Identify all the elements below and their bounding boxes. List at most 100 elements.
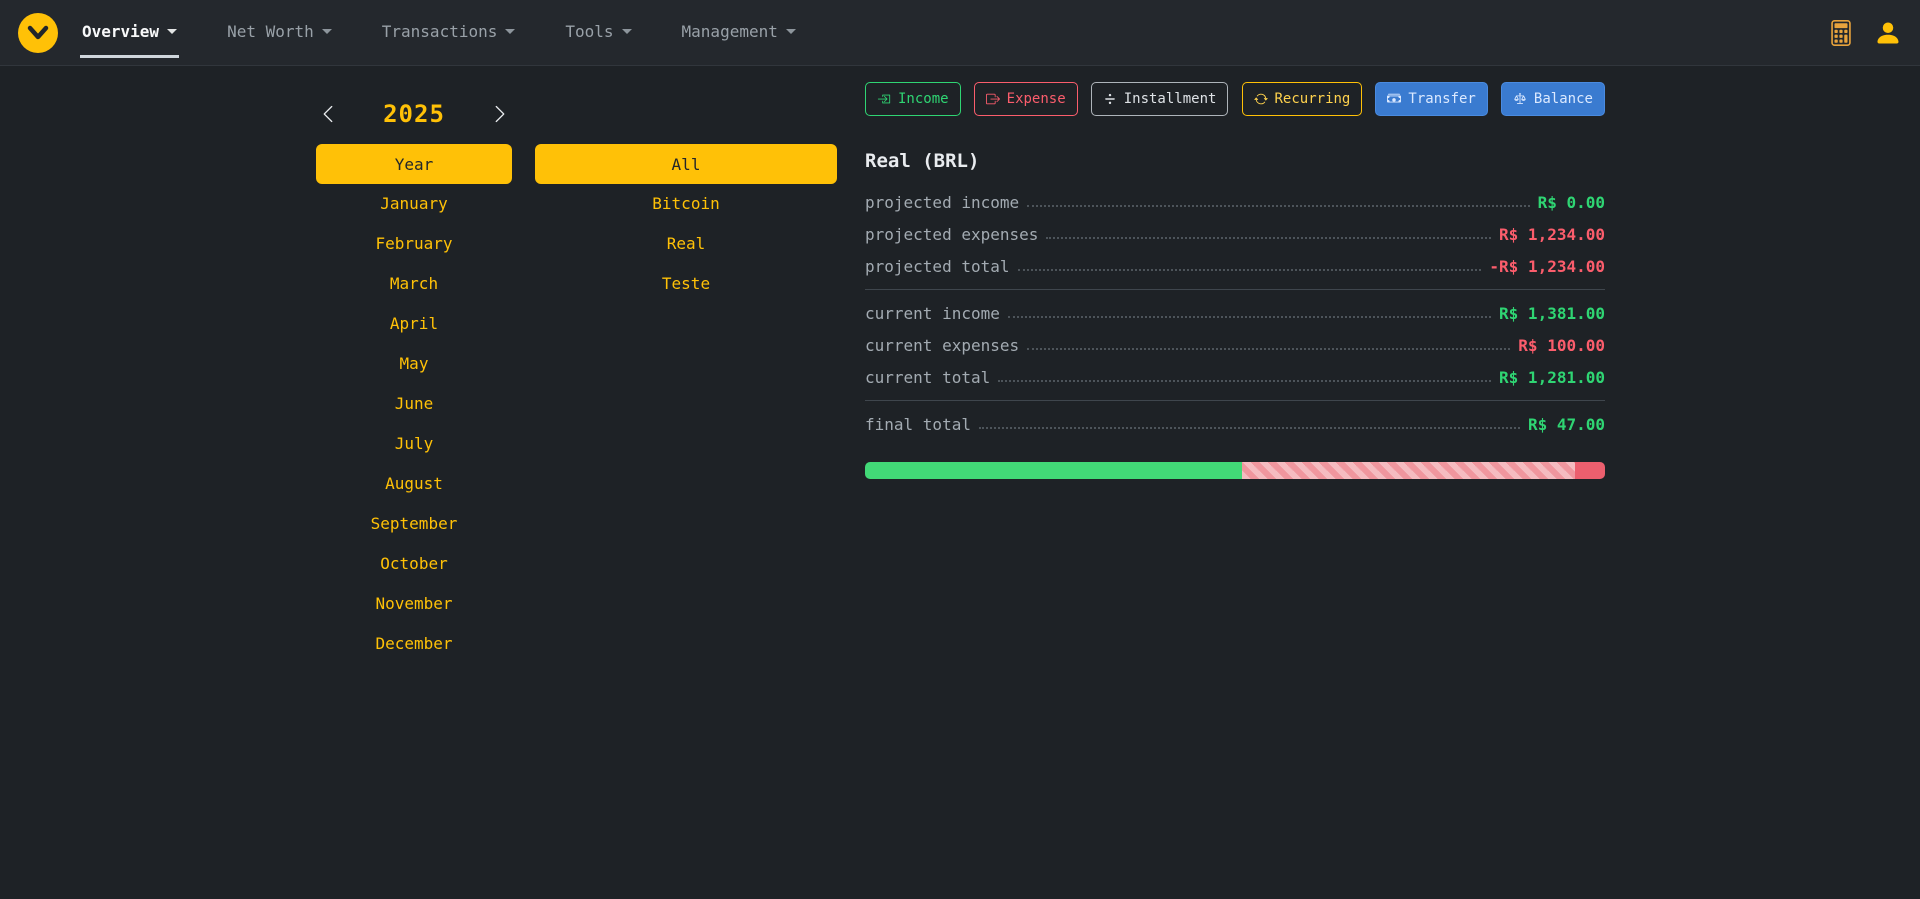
chevron-down-icon xyxy=(167,29,177,34)
month-item-april[interactable]: April xyxy=(316,304,512,344)
divide-icon xyxy=(1103,92,1117,106)
row-value: R$ 1,281.00 xyxy=(1499,368,1605,387)
balance-button-label: Balance xyxy=(1534,91,1593,107)
installment-button-label: Installment xyxy=(1124,91,1217,107)
next-year-button[interactable] xyxy=(490,104,510,124)
income-button[interactable]: Income xyxy=(865,82,961,116)
current-year: 2025 xyxy=(383,100,445,128)
month-item-march[interactable]: March xyxy=(316,264,512,304)
chevron-down-icon xyxy=(786,29,796,34)
divider xyxy=(865,400,1605,401)
nav-item-label: Management xyxy=(682,22,778,41)
dotted-leader xyxy=(998,380,1491,382)
transfer-button-label: Transfer xyxy=(1408,91,1475,107)
dotted-leader xyxy=(1027,348,1510,350)
nav-item-label: Transactions xyxy=(382,22,498,41)
chevron-down-icon xyxy=(322,29,332,34)
month-item-august[interactable]: August xyxy=(316,464,512,504)
dotted-leader xyxy=(1008,316,1491,318)
navbar: Overview Net Worth Transactions Tools Ma… xyxy=(0,0,1920,66)
accounts-column: All Bitcoin Real Teste xyxy=(535,144,837,304)
chevron-down-icon xyxy=(622,29,632,34)
main-nav: Overview Net Worth Transactions Tools Ma… xyxy=(80,8,798,58)
expense-button[interactable]: Expense xyxy=(974,82,1078,116)
row-label: current total xyxy=(865,368,990,387)
dotted-leader xyxy=(979,427,1520,429)
account-item-real[interactable]: Real xyxy=(535,224,837,264)
box-arrow-right-icon xyxy=(986,92,1000,106)
account-item-teste[interactable]: Teste xyxy=(535,264,837,304)
month-item-february[interactable]: February xyxy=(316,224,512,264)
row-label: projected expenses xyxy=(865,225,1038,244)
summary-row: current expenses R$ 100.00 xyxy=(865,329,1605,361)
summary-row: current income R$ 1,381.00 xyxy=(865,297,1605,329)
month-item-june[interactable]: June xyxy=(316,384,512,424)
summary-row: projected expenses R$ 1,234.00 xyxy=(865,218,1605,250)
nav-item-label: Tools xyxy=(565,22,613,41)
nav-item-management[interactable]: Management xyxy=(680,8,798,58)
progress-segment-expense xyxy=(1575,462,1605,479)
row-value: R$ 100.00 xyxy=(1518,336,1605,355)
month-item-may[interactable]: May xyxy=(316,344,512,384)
account-item-bitcoin[interactable]: Bitcoin xyxy=(535,184,837,224)
arrow-repeat-icon xyxy=(1254,92,1268,106)
installment-button[interactable]: Installment xyxy=(1091,82,1229,116)
nav-item-overview[interactable]: Overview xyxy=(80,8,179,58)
recurring-button[interactable]: Recurring xyxy=(1242,82,1363,116)
nav-item-net-worth[interactable]: Net Worth xyxy=(225,8,334,58)
all-accounts-button[interactable]: All xyxy=(535,144,837,184)
chevron-down-icon xyxy=(505,29,515,34)
row-label: final total xyxy=(865,415,971,434)
income-button-label: Income xyxy=(898,91,949,107)
summary-row: final total R$ 47.00 xyxy=(865,408,1605,440)
projected-group: projected income R$ 0.00 projected expen… xyxy=(865,186,1605,282)
budget-progress-bar xyxy=(865,462,1605,479)
month-item-september[interactable]: September xyxy=(316,504,512,544)
current-group: current income R$ 1,381.00 current expen… xyxy=(865,297,1605,393)
dotted-leader xyxy=(1018,269,1482,271)
scales-icon xyxy=(1513,92,1527,106)
transfer-button[interactable]: Transfer xyxy=(1375,82,1487,116)
month-item-july[interactable]: July xyxy=(316,424,512,464)
recurring-button-label: Recurring xyxy=(1275,91,1351,107)
previous-year-button[interactable] xyxy=(318,104,338,124)
app-logo[interactable] xyxy=(18,13,58,53)
year-button[interactable]: Year xyxy=(316,144,512,184)
nav-item-label: Overview xyxy=(82,22,159,41)
month-list: January February March April May June Ju… xyxy=(316,184,512,664)
balance-button[interactable]: Balance xyxy=(1501,82,1605,116)
row-label: projected total xyxy=(865,257,1010,276)
account-list: Bitcoin Real Teste xyxy=(535,184,837,304)
progress-segment-income xyxy=(865,462,1242,479)
dotted-leader xyxy=(1027,205,1529,207)
main-content: 2025 Year January February March April M… xyxy=(0,66,1920,664)
box-arrow-in-right-icon xyxy=(877,92,891,106)
expense-button-label: Expense xyxy=(1007,91,1066,107)
month-item-january[interactable]: January xyxy=(316,184,512,224)
summary-row: projected income R$ 0.00 xyxy=(865,186,1605,218)
nav-item-tools[interactable]: Tools xyxy=(563,8,633,58)
account-summary-title: Real (BRL) xyxy=(865,150,1605,172)
month-item-october[interactable]: October xyxy=(316,544,512,584)
row-value: R$ 0.00 xyxy=(1538,193,1605,212)
row-value: -R$ 1,234.00 xyxy=(1489,257,1605,276)
transaction-actions: Income Expense Installment xyxy=(865,82,1605,116)
divider xyxy=(865,289,1605,290)
year-navigator: 2025 xyxy=(316,96,512,132)
summary-row: projected total -R$ 1,234.00 xyxy=(865,250,1605,282)
final-group: final total R$ 47.00 xyxy=(865,408,1605,440)
month-item-november[interactable]: November xyxy=(316,584,512,624)
month-item-december[interactable]: December xyxy=(316,624,512,664)
logo-chevron-icon xyxy=(26,21,50,45)
calculator-icon[interactable] xyxy=(1828,20,1854,46)
nav-item-transactions[interactable]: Transactions xyxy=(380,8,518,58)
navbar-right xyxy=(1828,19,1902,47)
row-value: R$ 1,234.00 xyxy=(1499,225,1605,244)
summary-row: current total R$ 1,281.00 xyxy=(865,361,1605,393)
row-value: R$ 1,381.00 xyxy=(1499,304,1605,323)
row-label: projected income xyxy=(865,193,1019,212)
dotted-leader xyxy=(1046,237,1491,239)
progress-segment-striped xyxy=(1242,462,1575,479)
user-icon[interactable] xyxy=(1874,19,1902,47)
summary-column: Income Expense Installment xyxy=(865,82,1605,479)
